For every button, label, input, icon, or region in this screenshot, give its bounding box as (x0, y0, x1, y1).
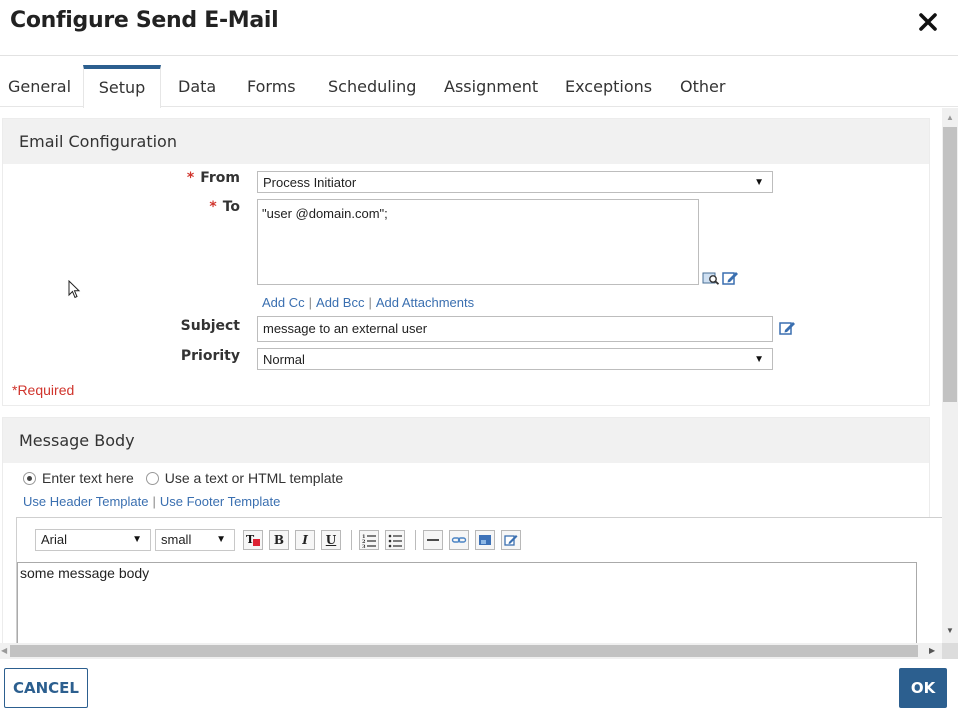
bold-button[interactable]: B (269, 530, 289, 550)
tab-scheduling[interactable]: Scheduling (328, 65, 416, 107)
message-body-editor[interactable]: some message body (17, 562, 917, 643)
use-header-template-link[interactable]: Use Header Template (23, 494, 149, 509)
dialog-content[interactable]: Email Configuration * From Process Initia… (0, 108, 942, 643)
horizontal-scrollbar[interactable]: ◀ ▶ (0, 643, 942, 659)
cancel-button[interactable]: CANCEL (4, 668, 88, 708)
section-heading-email-configuration: Email Configuration (3, 119, 929, 164)
template-links: Use Header Template | Use Footer Template (23, 494, 280, 509)
from-label: * From (186, 170, 240, 186)
subject-input[interactable]: message to an external user (257, 316, 773, 342)
recipient-links: Add Cc | Add Bcc | Add Attachments (262, 295, 474, 310)
priority-label: Priority (180, 348, 240, 364)
address-book-icon[interactable] (702, 271, 720, 285)
toolbar-divider (351, 530, 352, 550)
bulleted-list-button[interactable] (385, 530, 405, 550)
svg-text:3: 3 (362, 544, 366, 548)
scroll-up-icon[interactable]: ▲ (946, 113, 954, 122)
numbered-list-icon: 123 (362, 534, 376, 550)
font-family-select[interactable]: Arial ▼ (35, 529, 151, 551)
scroll-left-icon[interactable]: ◀ (1, 646, 7, 655)
horizontal-rule-icon (427, 539, 439, 541)
to-label: * To (209, 199, 240, 215)
chevron-down-icon: ▼ (754, 354, 764, 365)
add-cc-link[interactable]: Add Cc (262, 295, 305, 310)
dialog-title: Configure Send E-Mail (10, 8, 279, 33)
tab-data[interactable]: Data (178, 65, 216, 107)
subject-label: Subject (180, 318, 240, 334)
required-marker: * (209, 199, 217, 215)
from-select-value: Process Initiator (263, 175, 357, 190)
dialog-header: Configure Send E-Mail (0, 0, 958, 56)
tab-forms[interactable]: Forms (247, 65, 296, 107)
rich-text-editor: Arial ▼ small ▼ T B I U 123 some message… (16, 517, 942, 643)
required-marker: * (186, 170, 195, 186)
link-separator: | (152, 494, 156, 509)
tab-general[interactable]: General (8, 65, 71, 107)
subject-edit-icon[interactable] (779, 320, 797, 335)
mouse-pointer-icon (68, 280, 81, 299)
text-color-icon: T (246, 533, 260, 546)
insert-image-button[interactable] (475, 530, 495, 550)
radio-selected-icon (23, 472, 36, 485)
editor-toolbar: Arial ▼ small ▼ T B I U 123 (17, 518, 942, 562)
edit-icon (504, 535, 518, 546)
tab-setup[interactable]: Setup (83, 65, 161, 108)
bulleted-list-icon (388, 534, 402, 548)
edit-source-button[interactable] (501, 530, 521, 550)
vertical-scrollbar[interactable]: ▲ ▼ (942, 108, 958, 643)
body-source-options: Enter text here Use a text or HTML templ… (23, 470, 343, 486)
priority-select[interactable]: Normal ▼ (257, 348, 773, 370)
close-icon[interactable] (916, 10, 940, 34)
add-bcc-link[interactable]: Add Bcc (316, 295, 364, 310)
radio-use-template[interactable]: Use a text or HTML template (145, 470, 343, 486)
to-field[interactable]: "user @domain.com"; (257, 199, 699, 285)
tab-exceptions[interactable]: Exceptions (565, 65, 652, 107)
scrollbar-corner (942, 643, 958, 659)
svg-text:T: T (246, 533, 255, 546)
link-separator: | (368, 295, 372, 310)
scroll-down-icon[interactable]: ▼ (946, 626, 954, 635)
horizontal-rule-button[interactable] (423, 530, 443, 550)
insert-link-button[interactable] (449, 530, 469, 550)
tab-bar: General Setup Data Forms Scheduling Assi… (0, 65, 958, 108)
horizontal-scroll-thumb[interactable] (10, 645, 918, 657)
chevron-down-icon: ▼ (216, 534, 226, 545)
from-select[interactable]: Process Initiator ▼ (257, 171, 773, 193)
link-separator: | (308, 295, 313, 310)
chevron-down-icon: ▼ (132, 534, 142, 545)
image-icon (479, 535, 491, 545)
vertical-scroll-thumb[interactable] (943, 127, 957, 402)
section-heading-message-body: Message Body (3, 418, 929, 463)
tab-other[interactable]: Other (680, 65, 725, 107)
underline-button[interactable]: U (321, 530, 341, 550)
use-footer-template-link[interactable]: Use Footer Template (160, 494, 280, 509)
font-size-select[interactable]: small ▼ (155, 529, 235, 551)
radio-enter-text[interactable]: Enter text here (23, 470, 134, 486)
italic-button[interactable]: I (295, 530, 315, 550)
scroll-right-icon[interactable]: ▶ (929, 646, 935, 655)
tab-assignment[interactable]: Assignment (444, 65, 538, 107)
radio-unselected-icon (145, 472, 159, 485)
add-attachments-link[interactable]: Add Attachments (376, 295, 474, 310)
chevron-down-icon: ▼ (754, 177, 764, 188)
edit-icon[interactable] (722, 270, 740, 285)
priority-select-value: Normal (263, 352, 305, 367)
text-color-button[interactable]: T (243, 530, 263, 550)
link-icon (451, 537, 467, 543)
ok-button[interactable]: OK (899, 668, 947, 708)
numbered-list-button[interactable]: 123 (359, 530, 379, 550)
toolbar-divider (415, 530, 416, 550)
required-note: *Required (12, 382, 75, 398)
